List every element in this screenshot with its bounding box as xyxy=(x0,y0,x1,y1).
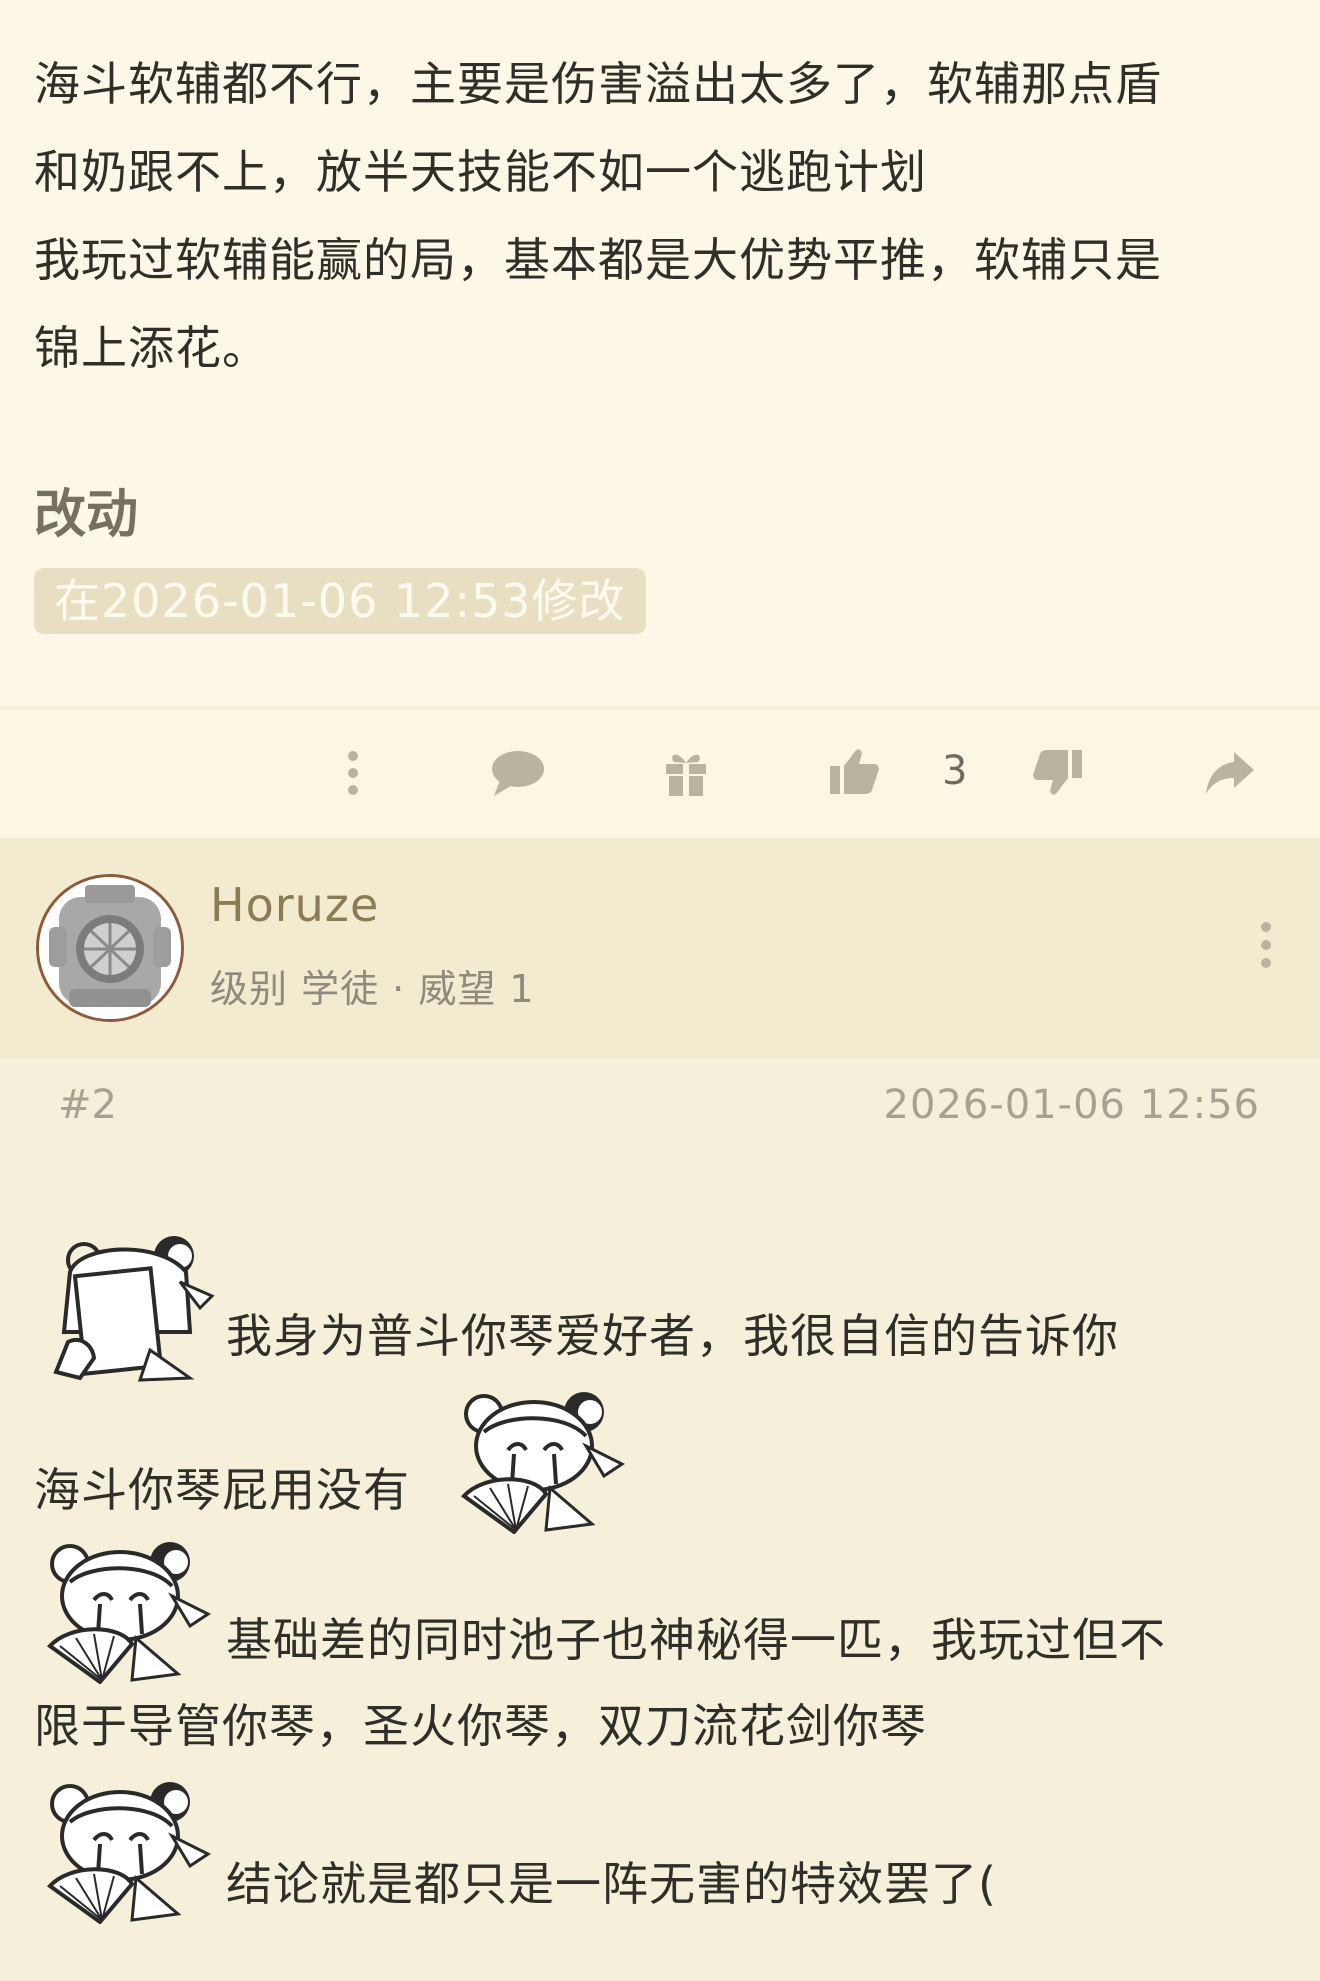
sticker-crying-fan-icon xyxy=(40,1534,216,1688)
user-level-prestige: 级别 学徒 · 威望 1 xyxy=(210,967,535,1011)
diving-helmet-avatar-icon xyxy=(39,877,181,1019)
sticker-covering-face-icon xyxy=(40,1232,216,1386)
thumbs-down-icon[interactable] xyxy=(1032,748,1084,798)
comment-icon[interactable] xyxy=(490,748,546,798)
gift-icon[interactable] xyxy=(664,748,708,798)
reply-timestamp: 2026-01-06 12:56 xyxy=(883,1082,1260,1128)
reply-line: 基础差的同时池子也神秘得一匹，我玩过但不 xyxy=(226,1613,1166,1667)
post-paragraph: 我玩过软辅能赢的局，基本都是大优势平推，软辅只是 xyxy=(34,233,1162,287)
like-count: 3 xyxy=(942,748,968,794)
thumbs-up-icon[interactable] xyxy=(828,746,880,796)
share-icon[interactable] xyxy=(1204,750,1256,796)
edit-heading: 改动 xyxy=(34,485,139,545)
post-paragraph: 海斗软辅都不行，主要是伤害溢出太多了，软辅那点盾 xyxy=(34,57,1162,111)
post-paragraph: 和奶跟不上，放半天技能不如一个逃跑计划 xyxy=(34,145,927,199)
reply-line: 我身为普斗你琴爱好者，我很自信的告诉你 xyxy=(226,1309,1119,1363)
reply-line: 限于导管你琴，圣火你琴，双刀流花剑你琴 xyxy=(34,1699,927,1753)
sticker-crying-fan-icon xyxy=(454,1384,630,1538)
post-body: 海斗软辅都不行，主要是伤害溢出太多了，软辅那点盾 和奶跟不上，放半天技能不如一个… xyxy=(34,40,1294,392)
user-more-icon[interactable] xyxy=(1256,920,1276,974)
username[interactable]: Horuze xyxy=(210,878,379,932)
post-action-bar xyxy=(0,710,1320,838)
floor-number: #2 xyxy=(58,1082,117,1128)
post-paragraph: 锦上添花。 xyxy=(34,321,269,375)
reply-line: 海斗你琴屁用没有 xyxy=(34,1463,410,1517)
reply-line: 结论就是都只是一阵无害的特效罢了( xyxy=(226,1857,997,1911)
edit-badge: 在2026-01-06 12:53修改 xyxy=(34,568,646,634)
reply-user-header xyxy=(0,838,1320,1058)
more-vertical-icon[interactable] xyxy=(338,748,368,798)
avatar[interactable] xyxy=(36,874,184,1022)
sticker-crying-fan-icon xyxy=(40,1774,216,1928)
